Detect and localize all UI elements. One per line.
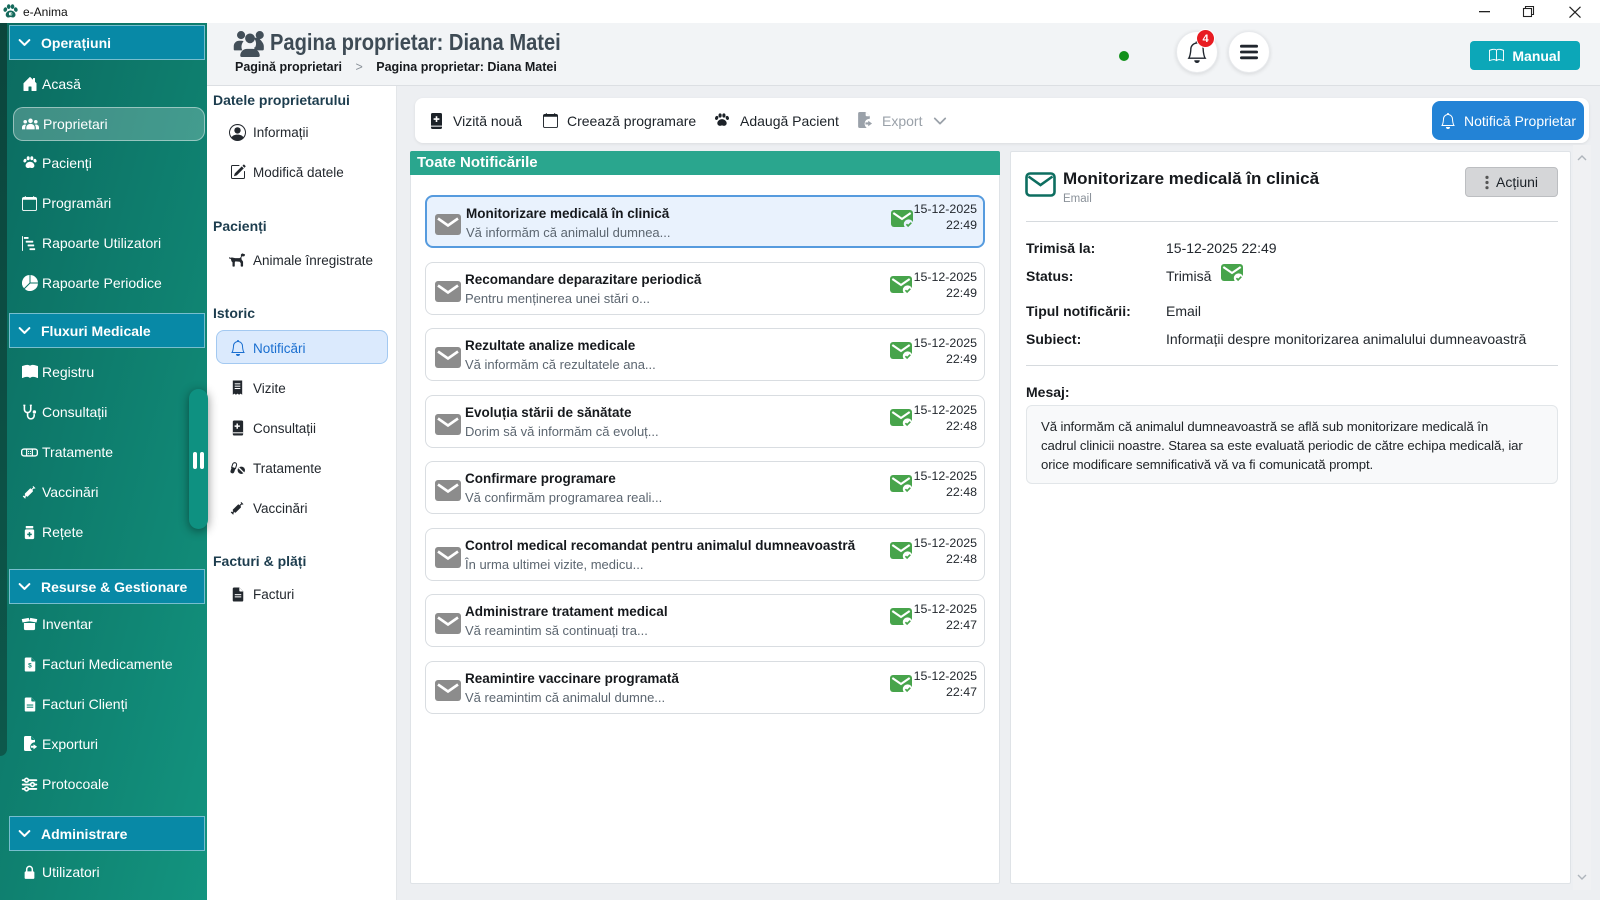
svg-text:$: $ xyxy=(28,662,32,669)
